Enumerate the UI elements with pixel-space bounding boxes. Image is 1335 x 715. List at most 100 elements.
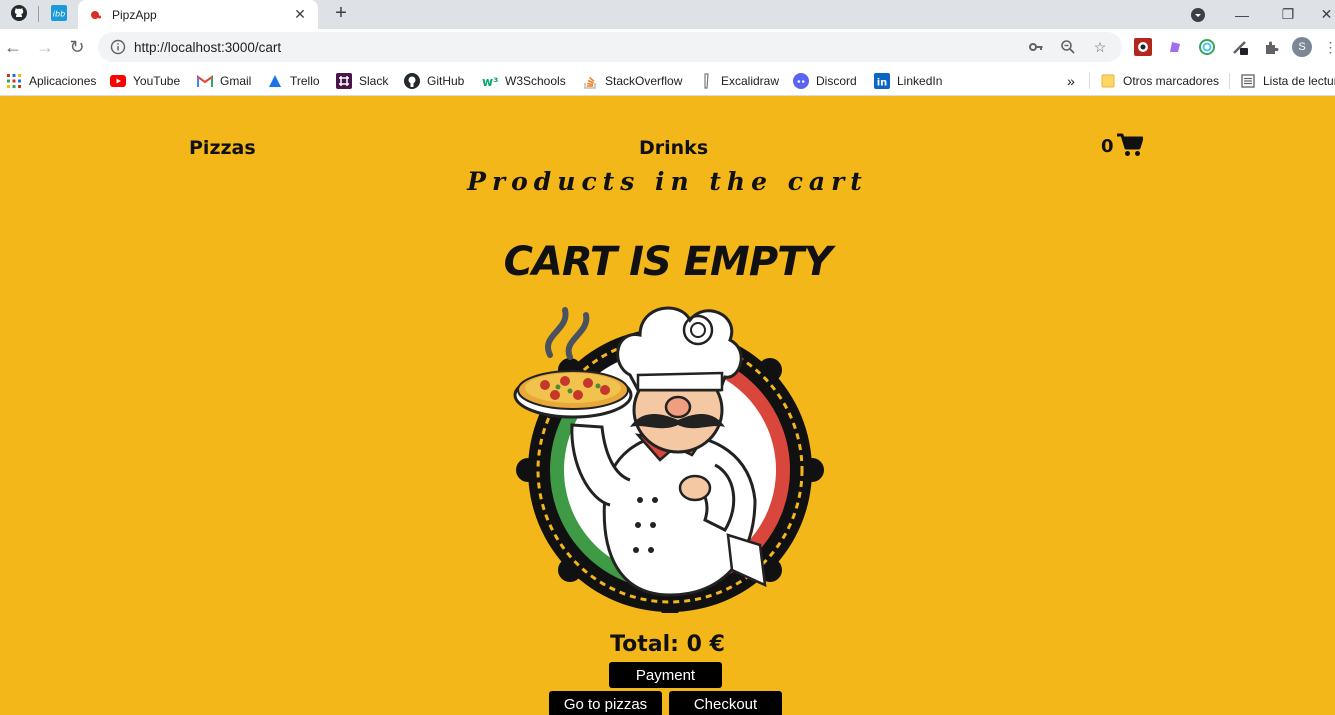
- browser-toolbar: ← → ↻ http://localhost:3000/cart ☆ S ⋮: [0, 29, 1335, 65]
- close-window-icon: ✕: [1320, 6, 1333, 22]
- browser-tab-strip: ibb PipzApp ✕ + — ❐ ✕: [0, 0, 1335, 29]
- steam-swirl: [545, 307, 590, 360]
- svg-text:in: in: [877, 78, 888, 89]
- chef-illustration: [513, 306, 824, 613]
- linkedin-icon: in: [874, 73, 890, 89]
- pizza-plate: [513, 370, 633, 419]
- bookmark-label: Discord: [816, 74, 857, 88]
- folder-icon: [1100, 73, 1116, 89]
- cart-link[interactable]: 0: [1101, 133, 1143, 157]
- arrow-left-icon: ←: [4, 36, 22, 57]
- info-icon[interactable]: [110, 39, 126, 55]
- restore-button[interactable]: ❐: [1276, 0, 1300, 29]
- bookmarks-bar: Aplicaciones YouTube Gmail Trello Slack …: [0, 65, 1335, 96]
- restore-icon: ❐: [1281, 6, 1295, 22]
- checkout-button[interactable]: Checkout: [669, 691, 782, 715]
- github-icon: [11, 5, 27, 21]
- go-to-pizzas-button[interactable]: Go to pizzas: [549, 691, 662, 715]
- bookmark-label: Excalidraw: [721, 74, 780, 88]
- bookmark-youtube[interactable]: YouTube: [110, 71, 180, 91]
- profile-initial: S: [1292, 37, 1312, 57]
- address-bar[interactable]: http://localhost:3000/cart ☆: [98, 32, 1122, 62]
- shopping-cart-icon: [1116, 133, 1143, 156]
- url-text[interactable]: http://localhost:3000/cart: [134, 40, 1026, 55]
- nav-link-pizzas[interactable]: Pizzas: [189, 137, 256, 159]
- payment-button[interactable]: Payment: [609, 662, 722, 688]
- bookmark-label: Lista de lectura: [1263, 74, 1335, 88]
- stackoverflow-icon: [582, 73, 598, 89]
- bookmark-label: GitHub: [427, 74, 465, 88]
- svg-text:ibb: ibb: [53, 10, 65, 19]
- bookmark-label: W3Schools: [505, 74, 566, 88]
- tab-separator: [38, 6, 39, 22]
- imgbb-icon: ibb: [51, 5, 67, 21]
- pinned-tab-imgbb[interactable]: ibb: [47, 2, 71, 24]
- w3schools-icon: w³: [482, 73, 498, 89]
- extensions-puzzle-icon[interactable]: [1262, 37, 1282, 57]
- discord-icon: [793, 73, 809, 89]
- bookmark-gmail[interactable]: Gmail: [197, 71, 251, 91]
- minimize-icon: —: [1235, 6, 1249, 23]
- bookmark-star-icon[interactable]: ☆: [1090, 37, 1110, 57]
- bookmark-slack[interactable]: Slack: [336, 71, 388, 91]
- zoom-icon[interactable]: [1058, 37, 1078, 57]
- bookmark-github[interactable]: GitHub: [404, 71, 464, 91]
- tab-search-icon: [1191, 7, 1205, 22]
- close-window-button[interactable]: ✕: [1318, 0, 1335, 29]
- other-bookmarks-folder[interactable]: Otros marcadores: [1100, 71, 1219, 91]
- bookmark-w3schools[interactable]: w³ W3Schools: [482, 71, 566, 91]
- bookmark-stackoverflow[interactable]: StackOverflow: [582, 71, 682, 91]
- tab-close-icon[interactable]: ✕: [292, 6, 308, 23]
- trello-icon: [267, 73, 283, 89]
- empty-cart-heading: CART IS EMPTY: [503, 239, 833, 285]
- forward-button[interactable]: →: [33, 35, 57, 59]
- bookmark-label: Aplicaciones: [29, 74, 97, 88]
- back-button[interactable]: ←: [1, 35, 25, 59]
- cart-subtitle: Products in the cart: [467, 167, 868, 196]
- minimize-button[interactable]: —: [1230, 0, 1254, 29]
- cart-total: Total: 0 €: [610, 632, 725, 657]
- bookmark-label: LinkedIn: [897, 74, 943, 88]
- pinned-tab-github[interactable]: [7, 2, 31, 24]
- cart-page: Pizzas Drinks 0 Products in the cart CAR…: [0, 97, 1335, 715]
- bookmark-aplicaciones[interactable]: Aplicaciones: [6, 71, 96, 91]
- key-icon[interactable]: [1026, 37, 1046, 57]
- bookmark-label: Slack: [359, 74, 389, 88]
- extension-3-icon[interactable]: [1197, 37, 1217, 57]
- gmail-icon: [197, 73, 213, 89]
- reload-button[interactable]: ↻: [65, 35, 89, 59]
- extension-1-icon[interactable]: [1133, 37, 1153, 57]
- tab-title: PipzApp: [112, 7, 157, 22]
- nav-link-drinks[interactable]: Drinks: [639, 137, 708, 159]
- bookmarks-separator: [1089, 73, 1090, 89]
- excalidraw-icon: [698, 73, 714, 89]
- apps-grid-icon: [6, 73, 22, 89]
- svg-text:w³: w³: [482, 75, 498, 88]
- tab-search-button[interactable]: [1186, 0, 1210, 29]
- bookmark-excalidraw[interactable]: Excalidraw: [698, 71, 779, 91]
- reading-list-icon: [1240, 73, 1256, 89]
- browser-menu-icon[interactable]: ⋮: [1324, 37, 1335, 57]
- site-logo[interactable]: [618, 97, 718, 103]
- bookmark-label: Trello: [290, 74, 320, 88]
- extension-4-icon[interactable]: [1230, 37, 1250, 57]
- bookmark-label: StackOverflow: [605, 74, 683, 88]
- bookmark-discord[interactable]: Discord: [793, 71, 857, 91]
- bookmark-trello[interactable]: Trello: [267, 71, 320, 91]
- youtube-icon: [110, 73, 126, 89]
- bookmark-label: Gmail: [220, 74, 252, 88]
- active-tab[interactable]: PipzApp ✕: [78, 0, 318, 29]
- bookmark-linkedin[interactable]: in LinkedIn: [874, 71, 942, 91]
- bookmarks-separator: [1229, 73, 1230, 89]
- arrow-right-icon: →: [36, 36, 54, 57]
- cart-count-badge: 0: [1101, 136, 1114, 157]
- reload-icon: ↻: [69, 36, 85, 57]
- reading-list-button[interactable]: Lista de lectura: [1240, 71, 1335, 91]
- more-bookmarks-button[interactable]: »: [1067, 71, 1075, 91]
- slack-icon: [336, 73, 352, 89]
- new-tab-button[interactable]: +: [330, 2, 352, 24]
- profile-avatar[interactable]: S: [1292, 37, 1312, 57]
- extension-2-icon[interactable]: [1165, 37, 1185, 57]
- pizza-favicon-icon: [91, 10, 101, 19]
- github-icon: [404, 73, 420, 89]
